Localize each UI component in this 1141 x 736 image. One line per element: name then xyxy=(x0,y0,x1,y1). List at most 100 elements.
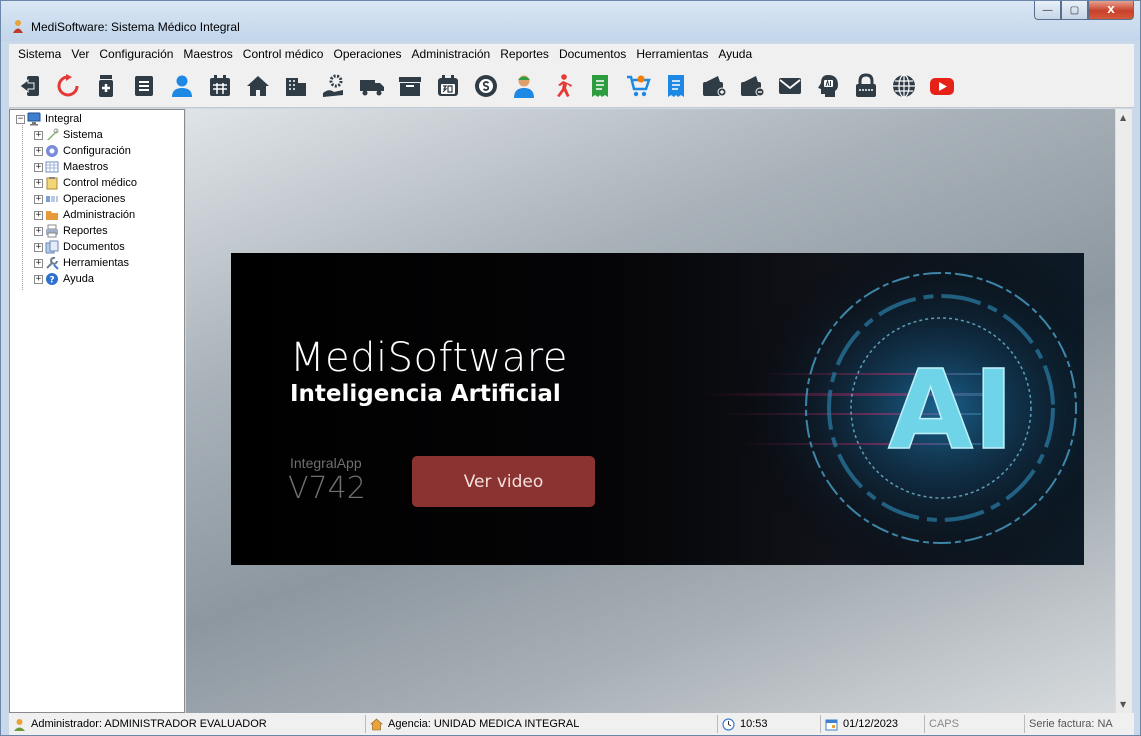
maximize-button[interactable]: ▢ xyxy=(1061,1,1088,20)
menu-configuracion[interactable]: Configuración xyxy=(94,47,178,61)
clipboard-icon xyxy=(46,177,58,190)
money-button[interactable] xyxy=(469,69,503,103)
globe-button[interactable] xyxy=(887,69,921,103)
checklist-button[interactable] xyxy=(127,69,161,103)
minimize-button[interactable]: — xyxy=(1034,1,1061,20)
menu-control-medico[interactable]: Control médico xyxy=(238,47,329,61)
help-icon: ? xyxy=(46,273,58,286)
tree-item-configuracion[interactable]: + Configuración xyxy=(34,143,131,159)
building-icon xyxy=(286,77,306,96)
tree-item-administracion[interactable]: + Administración xyxy=(34,207,135,223)
close-icon: X xyxy=(1107,4,1115,16)
window-controls: — ▢ X xyxy=(1034,1,1134,21)
vertical-scrollbar[interactable]: ▲ ▼ xyxy=(1115,109,1132,713)
tree-item-operaciones[interactable]: + Operaciones xyxy=(34,191,125,207)
documents-icon xyxy=(45,240,59,254)
archive-button[interactable] xyxy=(393,69,427,103)
youtube-button[interactable] xyxy=(925,69,959,103)
expand-icon[interactable]: + xyxy=(34,130,43,140)
truck-button[interactable] xyxy=(355,69,389,103)
tree-connector xyxy=(22,123,23,290)
expand-icon[interactable]: + xyxy=(34,162,43,172)
medicine-button[interactable] xyxy=(89,69,123,103)
menu-bar: Sistema Ver Configuración Maestros Contr… xyxy=(9,44,1134,64)
wallet-out-button[interactable] xyxy=(735,69,769,103)
app-window: MediSoftware: Sistema Médico Integral — … xyxy=(0,0,1141,736)
youtube-icon xyxy=(930,77,954,95)
lock-button[interactable] xyxy=(849,69,883,103)
expand-icon[interactable]: + xyxy=(34,178,43,188)
main-content-area: AI MediSoftware Inteligencia Artificial … xyxy=(186,109,1126,713)
menu-documentos[interactable]: Documentos xyxy=(554,47,631,61)
tree-item-herramientas[interactable]: + Herramientas xyxy=(34,255,129,271)
close-button[interactable]: X xyxy=(1088,1,1134,20)
expand-icon[interactable]: + xyxy=(34,210,43,220)
receipt-button[interactable] xyxy=(583,69,617,103)
watch-video-button[interactable]: Ver video xyxy=(412,456,595,507)
menu-reportes[interactable]: Reportes xyxy=(495,47,554,61)
doctor-button[interactable] xyxy=(507,69,541,103)
user-button[interactable] xyxy=(165,69,199,103)
tree-label: Reportes xyxy=(63,225,108,237)
runner-button[interactable] xyxy=(545,69,579,103)
menu-operaciones[interactable]: Operaciones xyxy=(328,47,406,61)
title-bar[interactable]: MediSoftware: Sistema Médico Integral — … xyxy=(1,1,1140,41)
ai-assistant-button[interactable] xyxy=(811,69,845,103)
tree-item-ayuda[interactable]: + ? Ayuda xyxy=(34,271,94,287)
refresh-icon xyxy=(57,73,79,96)
calendar-30-button[interactable] xyxy=(431,69,465,103)
menu-ayuda[interactable]: Ayuda xyxy=(713,47,757,61)
expand-icon[interactable]: + xyxy=(34,146,43,156)
window-title: MediSoftware: Sistema Médico Integral xyxy=(31,20,240,34)
tree-item-maestros[interactable]: + Maestros xyxy=(34,159,108,175)
mail-button[interactable] xyxy=(773,69,807,103)
tools-icon xyxy=(47,128,59,140)
calendar-button[interactable] xyxy=(203,69,237,103)
expand-icon[interactable]: + xyxy=(34,194,43,204)
status-bar: Administrador: ADMINISTRADOR EVALUADOR A… xyxy=(9,713,1134,735)
expand-icon[interactable]: + xyxy=(34,242,43,252)
scroll-up-icon[interactable]: ▲ xyxy=(1120,113,1126,122)
tree-item-documentos[interactable]: + Documentos xyxy=(34,239,125,255)
truck-icon xyxy=(360,79,384,95)
tree-item-sistema[interactable]: + Sistema xyxy=(34,127,103,143)
calendar-status-icon xyxy=(825,719,838,730)
hand-gear-button[interactable] xyxy=(317,69,351,103)
tree-root-integral[interactable]: − Integral xyxy=(16,111,82,127)
menu-administracion[interactable]: Administración xyxy=(407,47,496,61)
navigation-tree: − Integral + Sistema + Configuración + M… xyxy=(9,109,185,713)
status-agency-text: Agencia: UNIDAD MEDICA INTEGRAL xyxy=(388,718,580,730)
tree-item-control-medico[interactable]: + Control médico xyxy=(34,175,137,191)
collapse-icon[interactable]: − xyxy=(16,114,25,124)
menu-maestros[interactable]: Maestros xyxy=(178,47,237,61)
building-button[interactable] xyxy=(279,69,313,103)
archive-icon xyxy=(399,76,421,96)
expand-icon[interactable]: + xyxy=(34,258,43,268)
home-button[interactable] xyxy=(241,69,275,103)
globe-icon xyxy=(893,73,915,98)
tree-label: Maestros xyxy=(63,161,109,173)
menu-sistema[interactable]: Sistema xyxy=(13,47,66,61)
refresh-button[interactable] xyxy=(51,69,85,103)
document-button[interactable] xyxy=(659,69,693,103)
menu-ver[interactable]: Ver xyxy=(66,47,94,61)
tree-label: Control médico xyxy=(63,177,137,189)
expand-icon[interactable]: + xyxy=(34,274,43,284)
tree-label: Administración xyxy=(63,209,136,221)
menu-herramientas[interactable]: Herramientas xyxy=(631,47,713,61)
maximize-icon: ▢ xyxy=(1069,4,1080,16)
scroll-down-icon[interactable]: ▼ xyxy=(1120,700,1126,709)
receipt-icon xyxy=(592,74,608,97)
exit-button[interactable] xyxy=(13,69,47,103)
status-agency: Agencia: UNIDAD MEDICA INTEGRAL xyxy=(366,715,718,733)
home-icon xyxy=(247,75,269,96)
toolbar xyxy=(9,64,1134,108)
house-status-icon xyxy=(370,718,383,730)
medicine-icon xyxy=(99,74,113,97)
cart-button[interactable] xyxy=(621,69,655,103)
wallet-in-button[interactable] xyxy=(697,69,731,103)
table-icon xyxy=(45,161,59,173)
status-caps: CAPS xyxy=(925,715,1025,733)
expand-icon[interactable]: + xyxy=(34,226,43,236)
tree-item-reportes[interactable]: + Reportes xyxy=(34,223,108,239)
